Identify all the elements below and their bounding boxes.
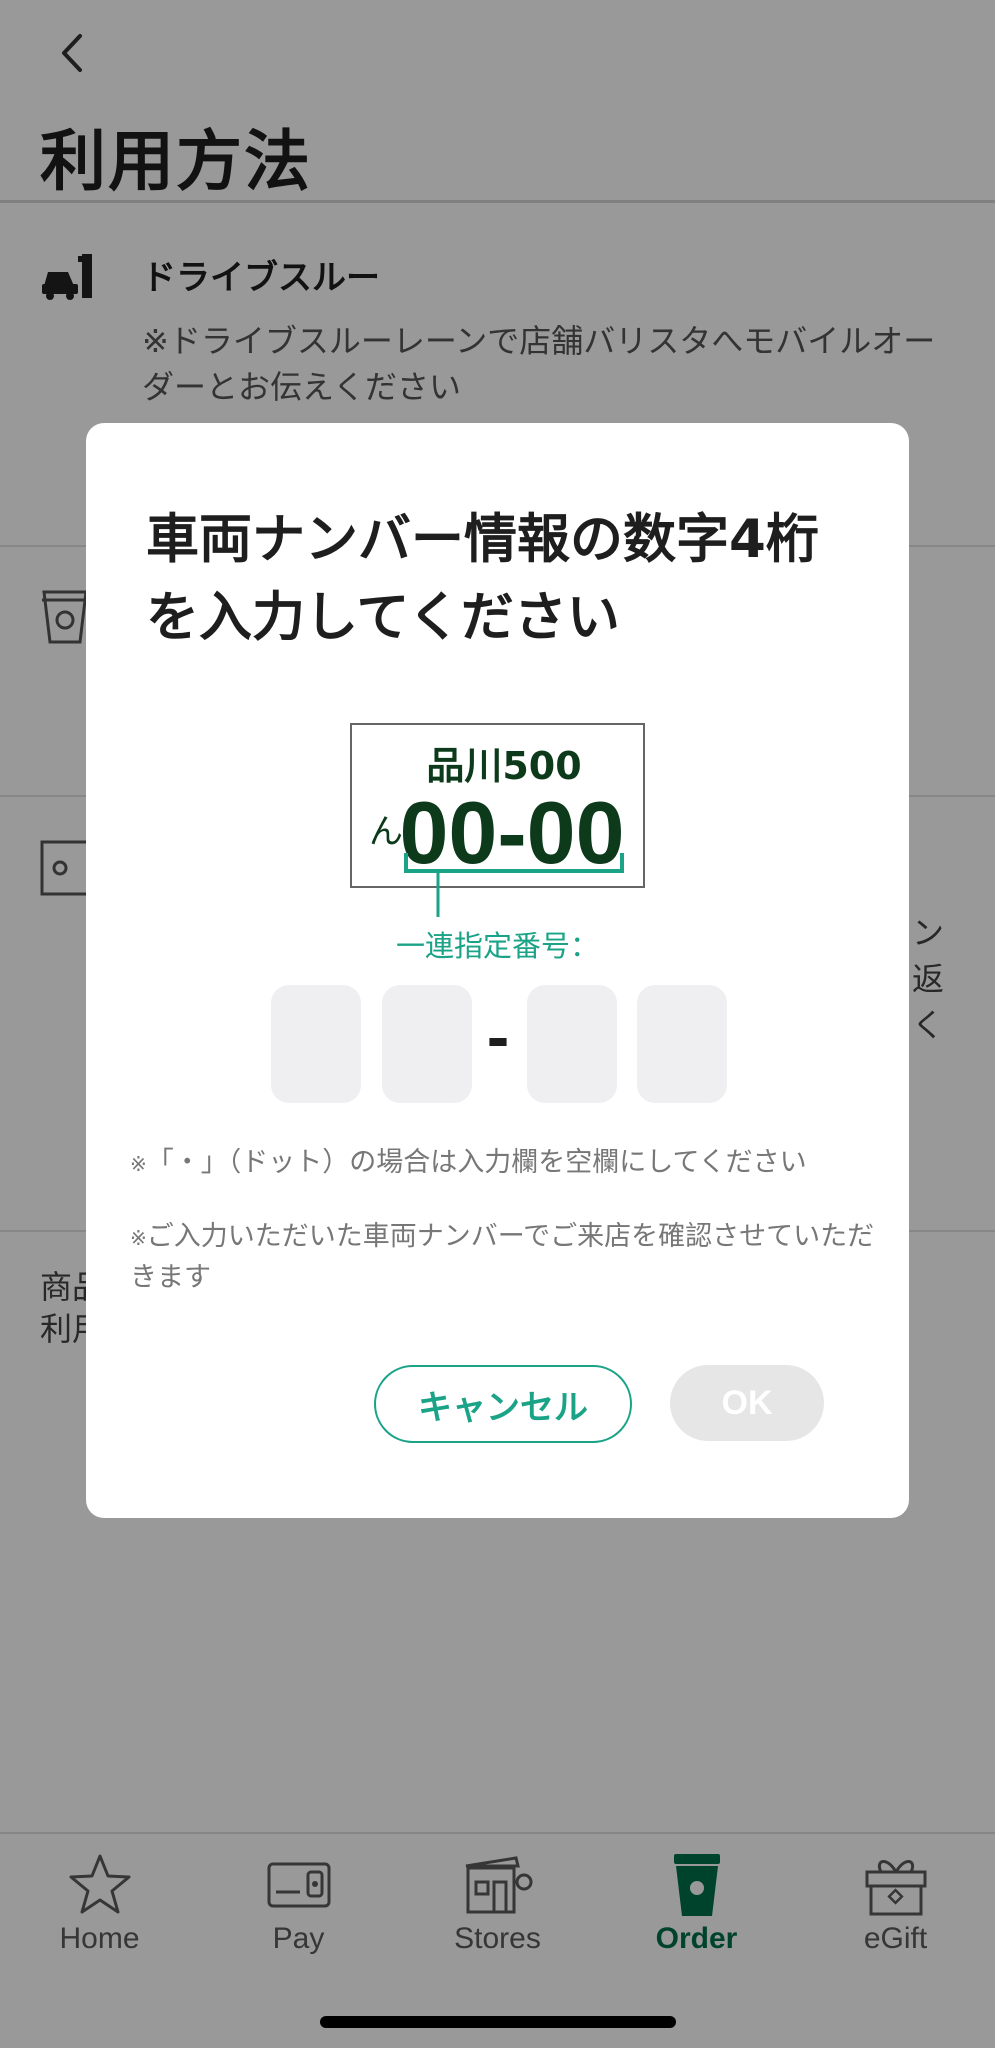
plate-kana: ん <box>369 812 403 852</box>
plate-dash: - <box>486 1007 510 1072</box>
note-mark: ※ <box>130 1152 147 1176</box>
cancel-button[interactable]: キャンセル <box>374 1365 632 1443</box>
dot-note: ※「・」（ドット）の場合は入力欄を空欄にしてください <box>130 1143 890 1184</box>
note-mark: ※ <box>130 1226 147 1250</box>
usage-page: 利用方法 ドライブスルー ※ドライブスルーレーンで店舗バリスタへモバイルオーダー… <box>0 0 995 2048</box>
plate-digit-input-1[interactable] <box>271 985 361 1103</box>
ok-button[interactable]: OK <box>670 1365 824 1441</box>
plate-caption: 一連指定番号： <box>395 929 599 963</box>
plate-region: 品川500 <box>426 744 581 788</box>
plate-number: 00-00 <box>399 783 624 882</box>
home-indicator <box>320 2016 676 2028</box>
plate-digit-input-4[interactable] <box>637 985 727 1103</box>
dialog-title: 車両ナンバー情報の数字4桁を入力してください <box>146 509 819 648</box>
plate-digit-input-3[interactable] <box>527 985 617 1103</box>
dot-note-text: 「・」（ドット）の場合は入力欄を空欄にしてください <box>146 1147 807 1178</box>
confirm-note-text: ご入力いただいた車両ナンバーでご来店を確認させていただきます <box>130 1221 875 1293</box>
license-plate-dialog: 車両ナンバー情報の数字4桁を入力してください 品川500 ん 00-00 一連指… <box>86 423 909 1518</box>
confirm-note: ※ご入力いただいた車両ナンバーでご来店を確認させていただきます <box>130 1217 890 1297</box>
plate-digit-input-2[interactable] <box>382 985 472 1103</box>
